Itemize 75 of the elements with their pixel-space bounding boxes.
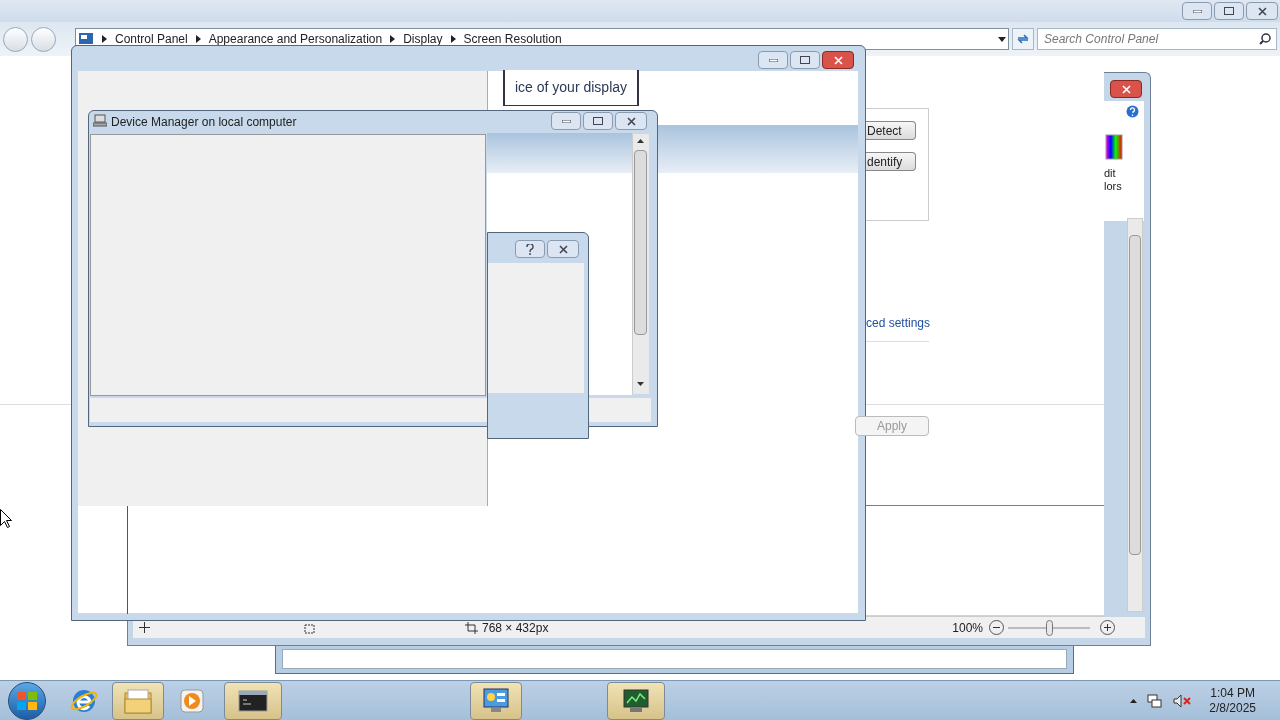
close-icon: [1121, 84, 1131, 94]
close-button[interactable]: [615, 112, 647, 130]
close-icon: [1257, 6, 1267, 16]
help-button[interactable]: [515, 240, 545, 258]
image-size-icon: [465, 621, 478, 634]
move-icon: [139, 622, 150, 633]
zoom-slider[interactable]: [1008, 619, 1090, 636]
window-title: Device Manager on local computer: [111, 114, 297, 131]
chevron-icon: [450, 35, 456, 43]
up-arrow-icon: [637, 139, 644, 143]
chevron-icon: [195, 35, 201, 43]
close-button[interactable]: [1246, 2, 1278, 20]
label-text: dit: [1104, 167, 1117, 180]
taskbar-button[interactable]: [470, 681, 522, 720]
breadcrumb-link[interactable]: Screen Resolution: [463, 30, 562, 48]
action-button[interactable]: dentify: [866, 152, 916, 171]
plus-icon: [1104, 624, 1111, 631]
close-icon: [626, 116, 636, 126]
scrollbar[interactable]: [1127, 218, 1143, 612]
maximize-icon: [800, 56, 810, 64]
dropdown-icon: [998, 36, 1007, 42]
color-spectrum-icon: [1105, 134, 1123, 160]
play-icon: [179, 687, 205, 714]
search-icon: [1259, 33, 1271, 45]
refresh-icon: [1016, 33, 1030, 45]
breadcrumb-link[interactable]: Display: [403, 30, 443, 48]
image-size-text: 768 × 432px: [482, 619, 549, 637]
maximize-icon: [593, 117, 603, 125]
scrollbar[interactable]: [632, 134, 649, 394]
close-icon: [833, 55, 843, 65]
chevron-icon: [390, 35, 396, 43]
up-caret-icon[interactable]: [1130, 698, 1138, 703]
start-button[interactable]: [8, 681, 46, 720]
search-field[interactable]: Search Control Panel: [1037, 28, 1277, 50]
action-button[interactable]: Detect: [866, 121, 916, 140]
slider-thumb[interactable]: [1046, 619, 1053, 636]
windows-logo-icon: [17, 691, 37, 710]
partial-text: ice of your display: [514, 78, 628, 97]
breadcrumb-link[interactable]: Appearance and Personalization: [208, 30, 383, 48]
maximize-icon: [1224, 7, 1234, 15]
clock-date[interactable]: 2/8/2025: [1209, 700, 1256, 716]
computer-icon: [93, 114, 107, 127]
question-icon: [526, 243, 534, 255]
scroll-thumb[interactable]: [634, 150, 647, 335]
refresh-button[interactable]: [1012, 28, 1034, 50]
minimize-icon: [561, 119, 571, 123]
minimize-icon: [768, 58, 778, 62]
network-icon[interactable]: [1147, 693, 1164, 708]
advanced-settings-link[interactable]: ced settings: [866, 314, 931, 332]
chevron-icon: [101, 35, 107, 43]
control-panel-icon: [77, 32, 94, 46]
taskbar-button[interactable]: [224, 681, 282, 720]
clock-time[interactable]: 1:04 PM: [1210, 685, 1255, 701]
close-button[interactable]: [822, 51, 854, 69]
folder-icon: [123, 686, 153, 715]
monitor-chart-icon: [621, 686, 651, 715]
help-icon: [1126, 105, 1139, 118]
close-button[interactable]: [1110, 80, 1142, 98]
terminal-icon: [238, 689, 268, 712]
close-icon: [558, 244, 568, 254]
maximize-button[interactable]: [583, 112, 613, 130]
zoom-percent: 100%: [952, 619, 983, 637]
down-arrow-icon: [637, 382, 644, 386]
muted-speaker-icon[interactable]: [1173, 693, 1192, 708]
selection-icon: [302, 621, 315, 634]
maximize-button[interactable]: [1214, 2, 1244, 20]
scroll-thumb[interactable]: [1129, 235, 1141, 555]
minimize-icon: [1192, 9, 1202, 13]
minus-icon: [993, 627, 1000, 628]
breadcrumb-link[interactable]: Control Panel: [114, 30, 188, 48]
close-button[interactable]: [547, 240, 579, 258]
control-panel-icon: [481, 686, 511, 715]
label-text: lors: [1104, 180, 1122, 193]
maximize-button[interactable]: [790, 51, 820, 69]
taskbar-button[interactable]: [607, 681, 665, 720]
